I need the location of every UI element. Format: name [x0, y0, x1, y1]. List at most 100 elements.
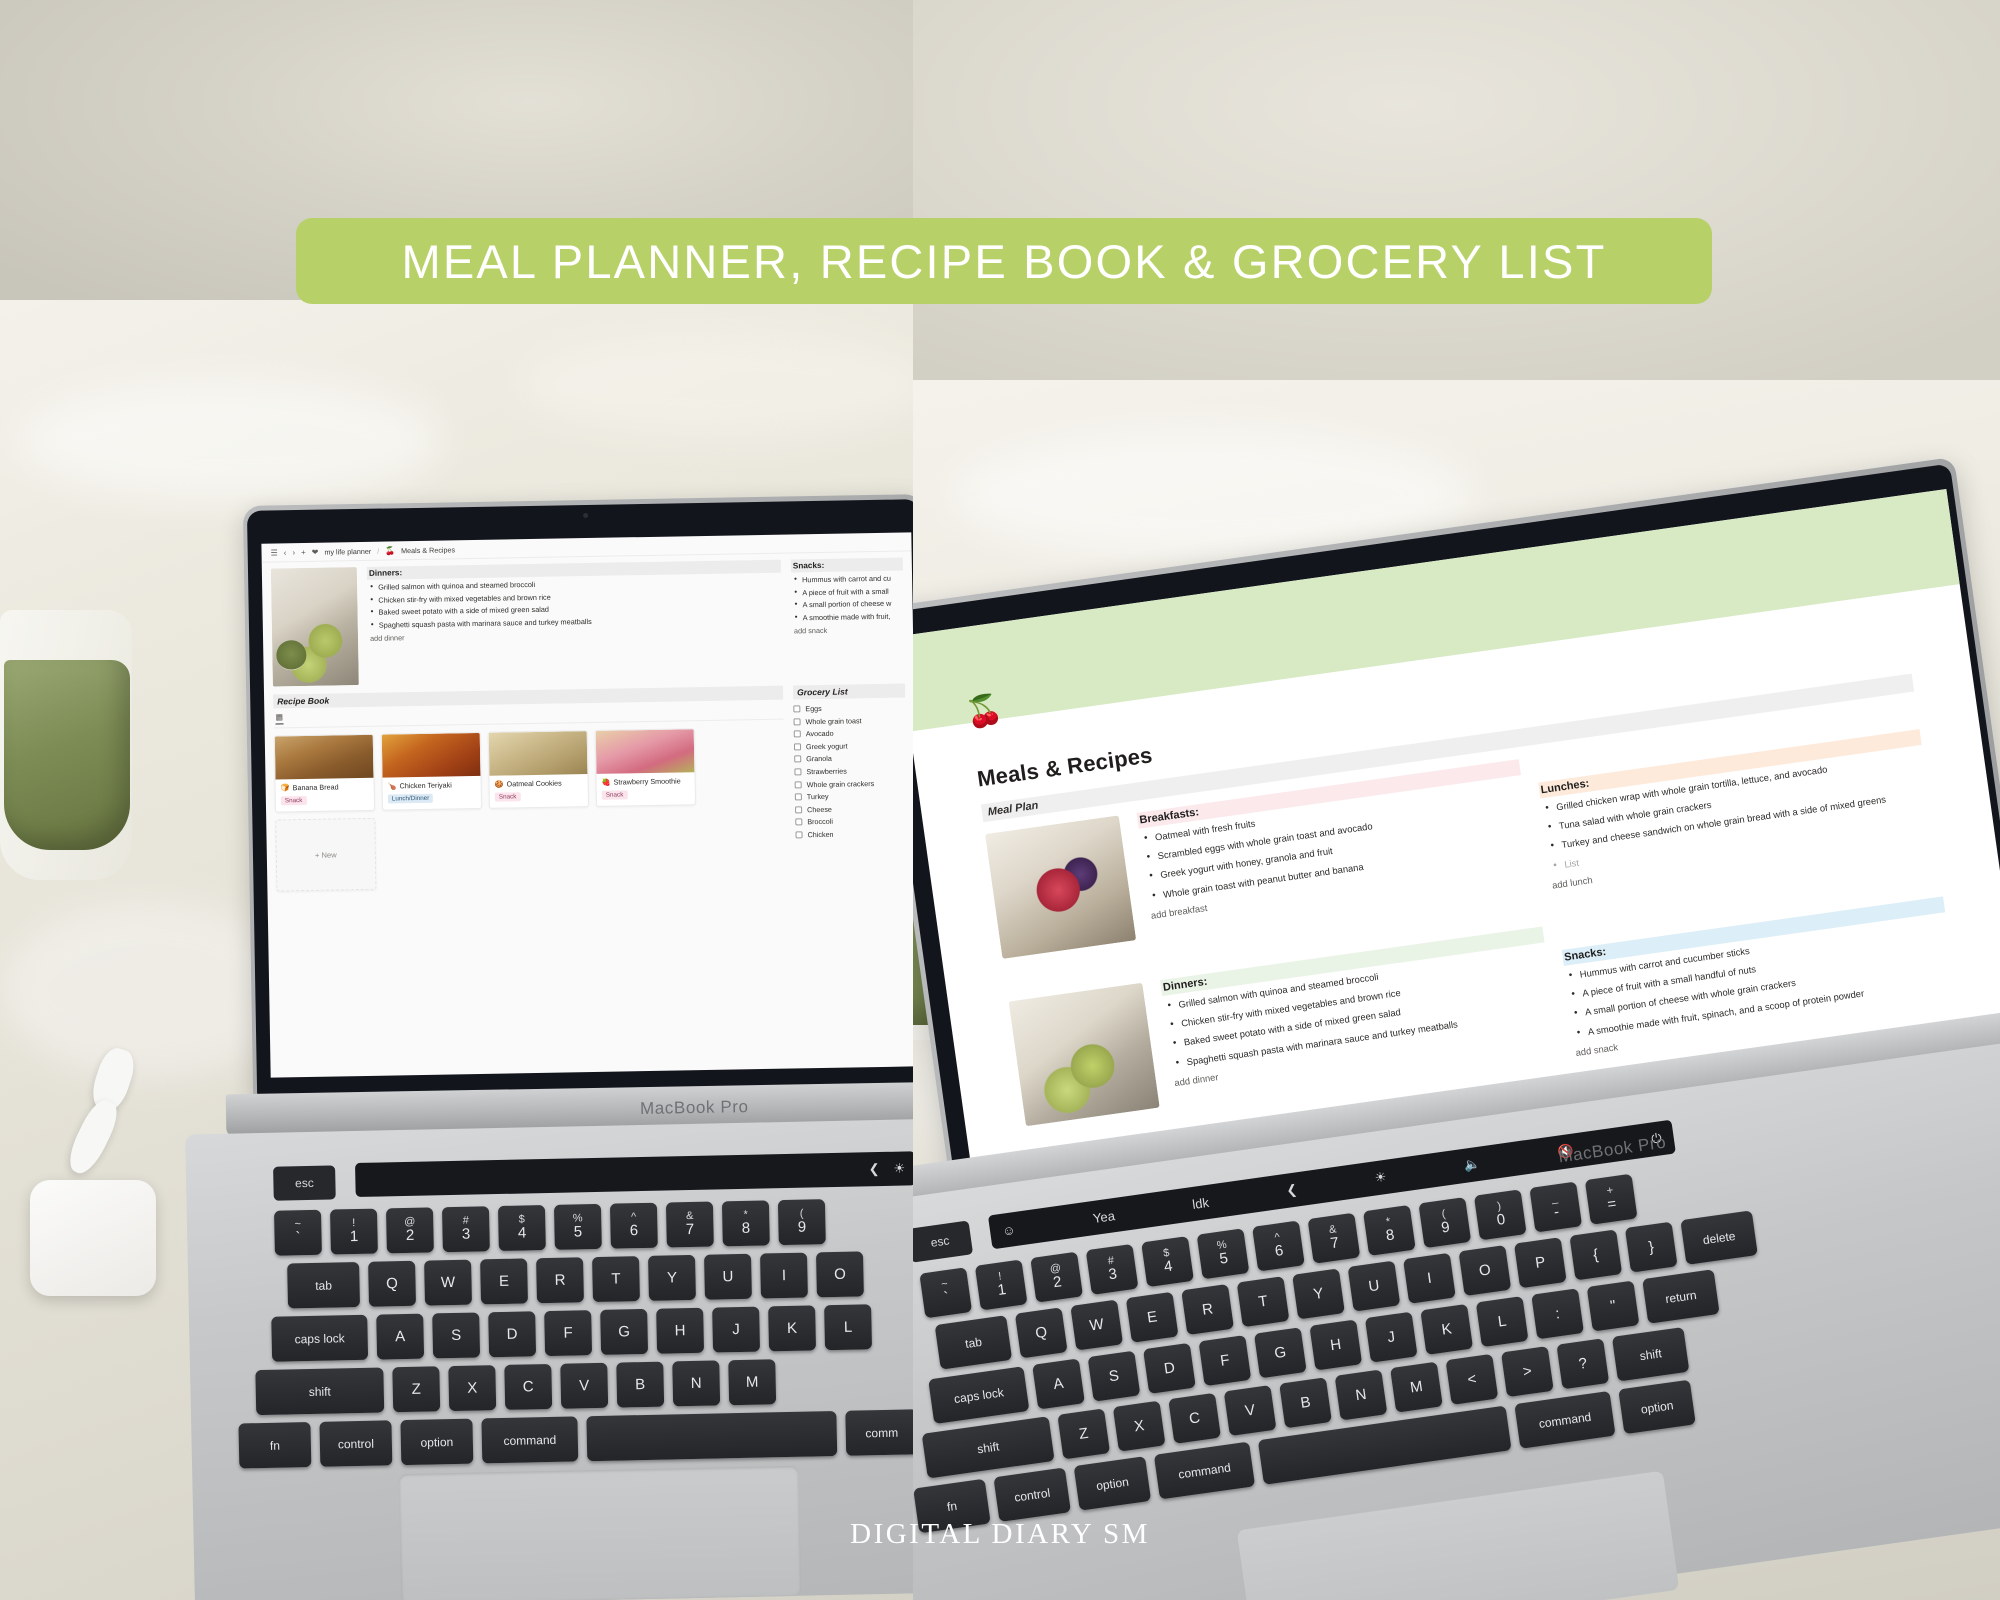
key-main: >: [1521, 1362, 1533, 1381]
key-7[interactable]: & 7: [665, 1201, 714, 1248]
chevron-right-icon[interactable]: ›: [292, 548, 295, 557]
brightness-icon[interactable]: ☀: [1374, 1169, 1388, 1186]
key-8[interactable]: * 8: [721, 1200, 770, 1247]
recipe-thumbnail: [274, 734, 374, 780]
list-item[interactable]: Turkey: [794, 791, 907, 802]
key-caps-lock: caps lock: [928, 1366, 1030, 1425]
list-item[interactable]: Broccoli: [795, 816, 907, 827]
key-esc[interactable]: esc: [913, 1220, 974, 1263]
recipe-card[interactable]: 🍓 Strawberry Smoothie Snack: [594, 728, 697, 807]
grocery-item-label: Eggs: [805, 703, 822, 714]
key-main: fn: [269, 1438, 281, 1453]
key-main: H: [1329, 1335, 1343, 1354]
key-sup: #: [1107, 1254, 1115, 1268]
recipe-thumbnail: [488, 731, 588, 776]
key-main: shift: [308, 1384, 331, 1399]
key-semicolon: :: [1531, 1288, 1585, 1340]
recipe-card[interactable]: 🍗 Chicken Teriyaki Lunch/Dinner: [380, 731, 483, 811]
key-main: G: [618, 1322, 631, 1341]
breadcrumb-workspace[interactable]: my life planner: [324, 547, 371, 557]
key-d: D: [488, 1311, 537, 1358]
chevron-left-icon[interactable]: ‹: [284, 548, 287, 557]
checkbox[interactable]: [793, 730, 801, 738]
recipe-card[interactable]: 🍪 Oatmeal Cookies Snack: [487, 730, 590, 809]
key-sup: $: [1162, 1246, 1171, 1260]
checkbox[interactable]: [793, 717, 801, 726]
chevron-left-icon[interactable]: ❮: [1285, 1181, 1298, 1198]
key-main: X: [467, 1379, 478, 1397]
key-c: C: [504, 1363, 553, 1410]
checkbox[interactable]: [794, 755, 802, 763]
hamburger-icon[interactable]: ☰: [270, 548, 277, 557]
list-item: A smoothie made with fruit,: [792, 611, 904, 622]
key-2[interactable]: @2: [385, 1207, 434, 1254]
list-item[interactable]: Whole grain crackers: [794, 778, 907, 789]
key-esc[interactable]: esc: [273, 1165, 336, 1201]
touchbar-label-2[interactable]: ldk: [1191, 1194, 1210, 1211]
key-main: 6: [629, 1222, 639, 1240]
list-item[interactable]: Granola: [794, 753, 906, 764]
new-recipe-button[interactable]: + New: [275, 817, 377, 892]
key-sup: (: [1440, 1207, 1447, 1221]
checkbox[interactable]: [794, 793, 802, 801]
key-main: E: [498, 1272, 510, 1290]
brightness-icon[interactable]: ☀: [893, 1160, 905, 1176]
list-item[interactable]: Avocado: [793, 728, 906, 739]
checkbox[interactable]: [795, 831, 803, 839]
key-5[interactable]: % 5: [553, 1203, 602, 1250]
plus-icon[interactable]: +: [301, 548, 306, 557]
list-item[interactable]: Cheese: [795, 803, 907, 814]
recipe-tag: Lunch/Dinner: [387, 793, 434, 804]
key-backtick[interactable]: ~ `: [273, 1209, 322, 1256]
emoji-icon[interactable]: ☺: [1001, 1222, 1016, 1239]
list-item[interactable]: Eggs: [793, 702, 905, 713]
recipe-card-title: Strawberry Smoothie: [613, 776, 681, 787]
key-6[interactable]: ^ 6: [609, 1202, 658, 1249]
cherry-icon: 🍒: [385, 546, 396, 556]
snacks-block-left: Snacks: Hummus with carrot and cu A piec…: [790, 557, 905, 678]
list-item[interactable]: Whole grain toast: [793, 715, 905, 726]
key-3[interactable]: #3: [441, 1206, 490, 1253]
key-h: H: [1309, 1319, 1363, 1371]
chevron-left-icon[interactable]: ❮: [869, 1161, 880, 1177]
key-v: V: [560, 1362, 609, 1409]
touchbar-label-1[interactable]: Yea: [1092, 1208, 1116, 1226]
cherry-icon[interactable]: 🍒: [964, 693, 1006, 731]
volume-down-icon[interactable]: 🔈: [1463, 1156, 1481, 1174]
checkbox[interactable]: [793, 705, 801, 713]
key-1[interactable]: ! 1: [329, 1208, 378, 1255]
list-item[interactable]: Greek yogurt: [793, 740, 906, 751]
key-main: 3: [461, 1226, 471, 1244]
recipe-card[interactable]: 🍞 Banana Bread Snack: [273, 733, 376, 813]
key-n: N: [1334, 1369, 1388, 1421]
key-m: M: [1390, 1361, 1443, 1413]
checkbox[interactable]: [794, 768, 802, 776]
key-b: B: [1279, 1377, 1332, 1429]
key-sup: &: [1328, 1223, 1338, 1237]
key-caps-lock: caps lock: [271, 1314, 369, 1362]
checkbox[interactable]: [794, 780, 802, 789]
webcam-dot: [583, 512, 589, 519]
key-main: I: [1426, 1269, 1433, 1287]
key-4[interactable]: $4: [497, 1205, 546, 1252]
key-main: tab: [964, 1334, 983, 1351]
add-dinner-button[interactable]: add dinner: [368, 626, 782, 643]
checkbox[interactable]: [795, 818, 803, 826]
key-main: C: [522, 1377, 534, 1396]
checkbox[interactable]: [795, 806, 803, 814]
gallery-view-icon[interactable]: ▦: [275, 712, 284, 725]
list-item[interactable]: Strawberries: [794, 765, 906, 776]
key-g: G: [1253, 1327, 1307, 1379]
breadcrumb-page[interactable]: Meals & Recipes: [401, 545, 455, 555]
add-snack-button[interactable]: add snack: [792, 624, 904, 635]
list-item: A piece of fruit with a small: [791, 586, 903, 597]
key-main: M: [1409, 1377, 1424, 1397]
list-item[interactable]: Chicken: [795, 828, 907, 839]
key-main: E: [1145, 1307, 1159, 1327]
key-9[interactable]: (9: [777, 1199, 826, 1246]
key-main: command: [503, 1432, 557, 1448]
key-tab: tab: [287, 1261, 361, 1309]
grocery-items: Eggs Whole grain toast Avocado Greek yog…: [793, 698, 907, 840]
heart-icon: ❤: [311, 547, 319, 557]
checkbox[interactable]: [793, 743, 802, 751]
